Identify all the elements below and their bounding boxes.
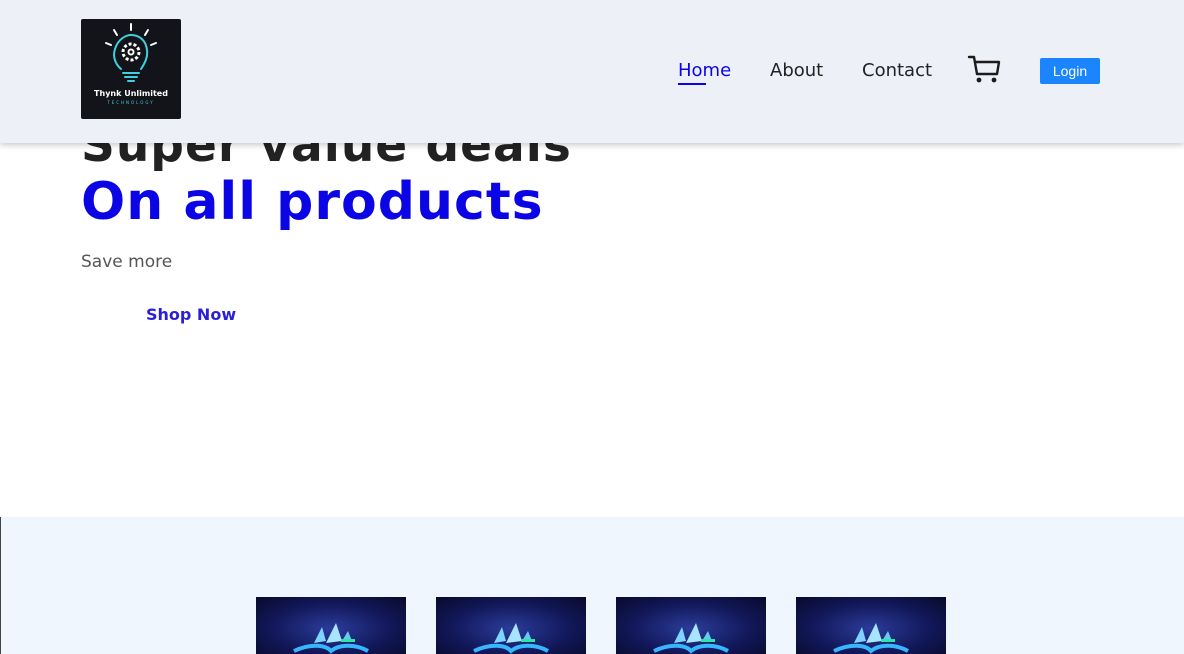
cart-button[interactable] (966, 52, 1002, 86)
lightbulb-gear-icon (105, 23, 157, 82)
product-card[interactable] (616, 597, 766, 654)
nav-home-link[interactable]: Home (678, 60, 731, 81)
product-card[interactable] (256, 597, 406, 654)
shop-now-button[interactable]: Shop Now (146, 305, 236, 324)
nav-active-underline (678, 83, 706, 85)
hero-tagline: Save more (81, 252, 173, 272)
product-card[interactable] (436, 597, 586, 654)
site-header: Thynk Unlimited TECHNOLOGY Home About Co… (0, 0, 1184, 143)
product-card[interactable] (796, 597, 946, 654)
nav-about-link[interactable]: About (770, 60, 823, 81)
logo-subtitle: TECHNOLOGY (107, 100, 155, 105)
brand-logo[interactable]: Thynk Unlimited TECHNOLOGY (81, 19, 181, 119)
nav-contact-link[interactable]: Contact (862, 60, 932, 81)
ship-on-waves-icon (653, 623, 729, 654)
shopping-cart-icon (967, 55, 1001, 83)
login-button[interactable]: Login (1040, 58, 1100, 84)
ship-on-waves-icon (473, 623, 549, 654)
logo-name: Thynk Unlimited (94, 89, 168, 98)
hero-subtitle: On all products (81, 172, 544, 232)
ship-on-waves-icon (293, 623, 369, 654)
products-section (1, 517, 1184, 654)
ship-on-waves-icon (833, 623, 909, 654)
